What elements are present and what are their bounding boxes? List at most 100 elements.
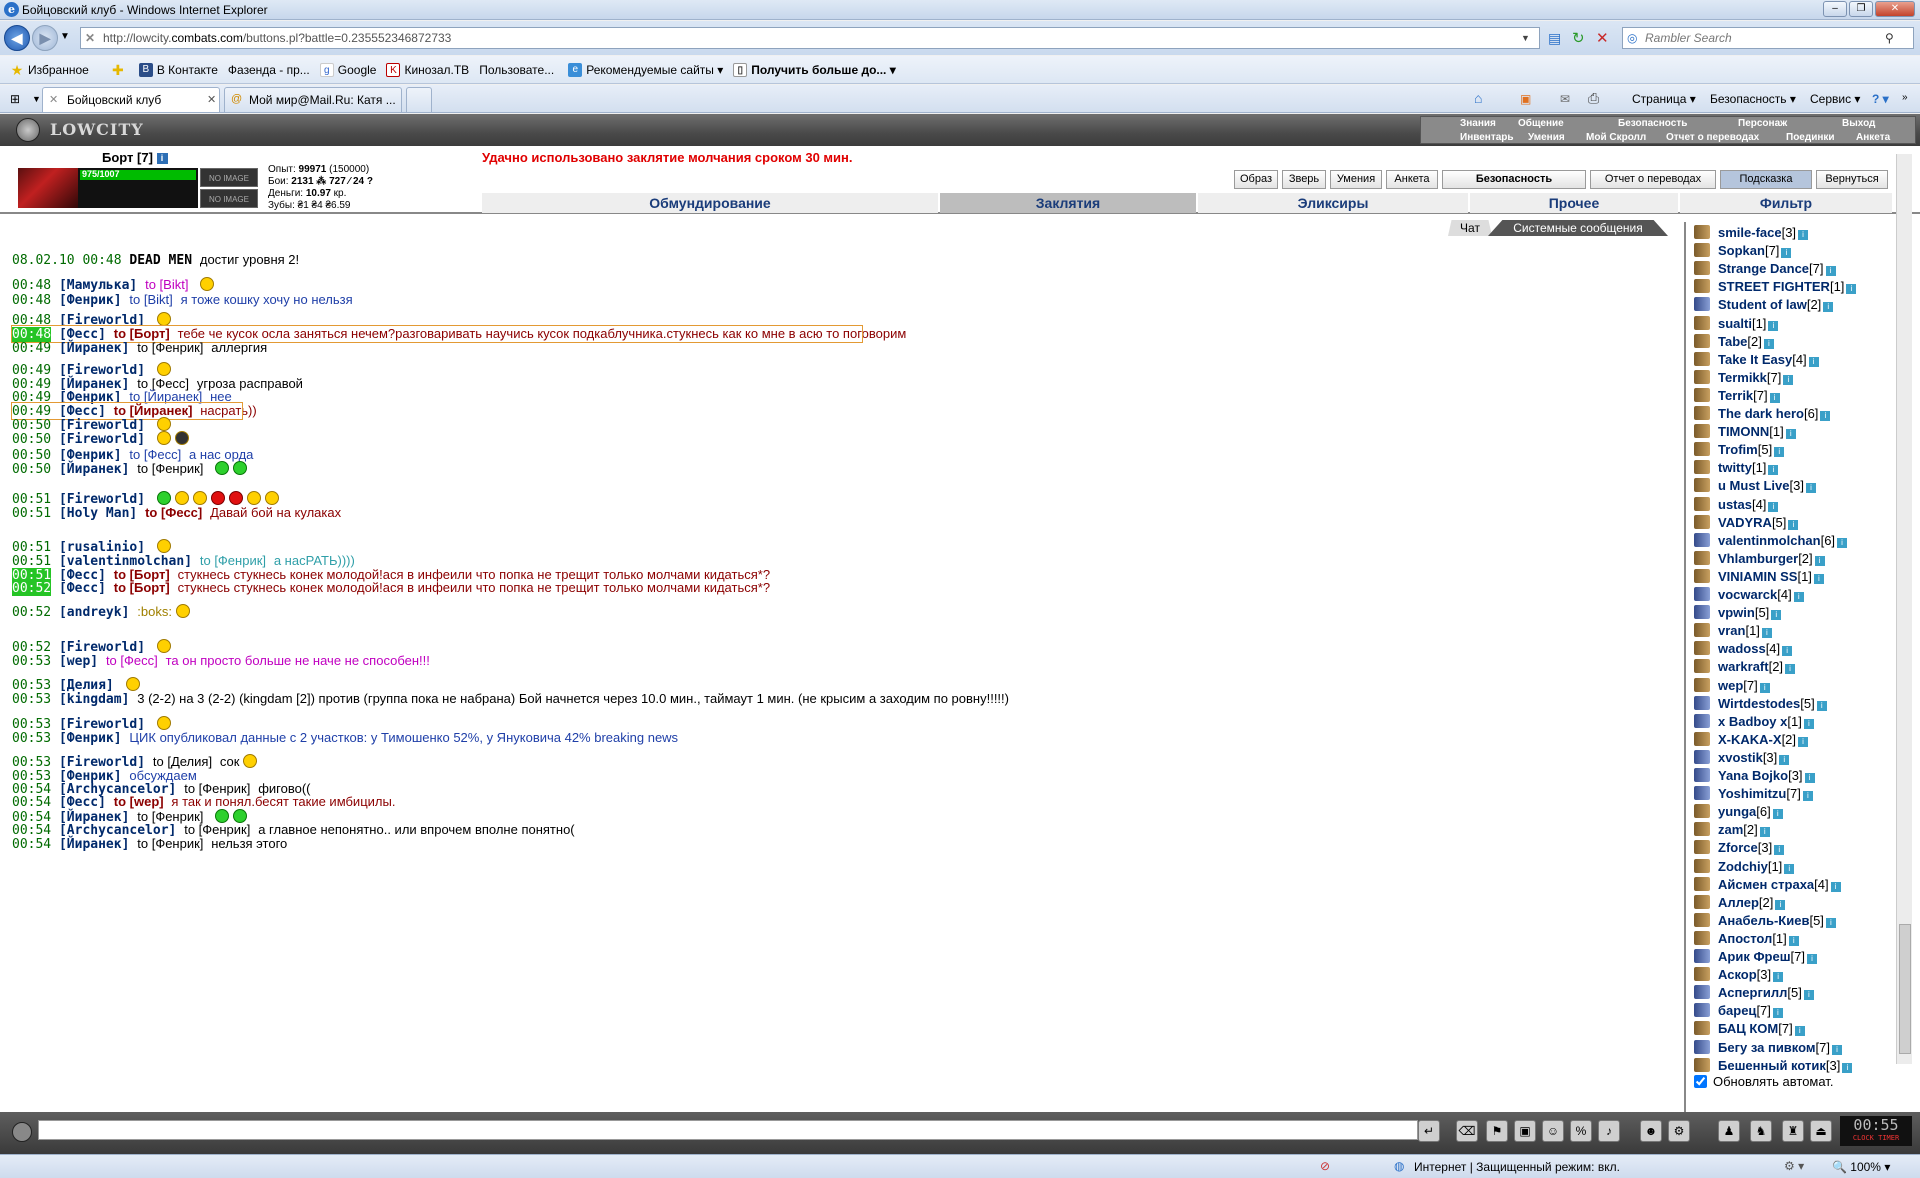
translit-icon[interactable]: % — [1570, 1120, 1592, 1142]
menu-profile[interactable]: Анкета — [1856, 132, 1890, 144]
clan-icon[interactable] — [1694, 894, 1710, 909]
user-info-icon[interactable]: i — [1781, 248, 1792, 259]
user-info-icon[interactable]: i — [1772, 1008, 1783, 1019]
user-list-item[interactable]: sualti[1] i — [1690, 315, 1779, 333]
user-list-item[interactable]: Айсмен страха[4] i — [1690, 876, 1841, 894]
message-nick[interactable]: [Holy Man] — [59, 506, 137, 521]
exit-icon[interactable]: ⏏ — [1810, 1120, 1832, 1142]
button-image[interactable]: Образ — [1234, 170, 1278, 189]
user-name[interactable]: zam — [1718, 822, 1743, 837]
popup-blocked-icon[interactable]: ⊘ — [1320, 1159, 1330, 1173]
user-name[interactable]: twitty — [1718, 460, 1752, 475]
clan-icon[interactable] — [1694, 768, 1710, 782]
message-nick[interactable]: [Fireworld] — [59, 432, 145, 447]
user-list-item[interactable]: wep[7] i — [1690, 677, 1770, 695]
button-transfer-report[interactable]: Отчет о переводах — [1590, 170, 1716, 189]
user-info-icon[interactable]: i — [1784, 863, 1795, 874]
compatibility-view-icon[interactable]: ▤ — [1548, 30, 1561, 47]
user-name[interactable]: Бешенный котик — [1718, 1058, 1826, 1073]
user-list-item[interactable]: vocwarck[4] i — [1690, 586, 1804, 604]
message-recipient[interactable]: to [Борт] — [114, 580, 170, 595]
user-info-icon[interactable]: i — [1846, 284, 1857, 295]
user-list-item[interactable]: Sopkan[7] i — [1690, 242, 1792, 260]
user-info-icon[interactable]: i — [1825, 917, 1836, 928]
user-info-icon[interactable]: i — [1768, 465, 1779, 476]
user-list-item[interactable]: zam[2] i — [1690, 821, 1770, 839]
clan-icon[interactable] — [1694, 351, 1710, 366]
clan-icon[interactable] — [1694, 876, 1710, 891]
help-icon[interactable]: ? ▾ — [1872, 92, 1889, 106]
clan-icon[interactable] — [1694, 985, 1710, 1000]
user-name[interactable]: Zforce — [1718, 840, 1758, 855]
user-list-item[interactable]: барец[7] i — [1690, 1002, 1783, 1020]
new-tab-button[interactable] — [406, 87, 432, 112]
clan-icon[interactable] — [1694, 568, 1710, 583]
save-icon[interactable]: ▣ — [1514, 1120, 1536, 1142]
clan-icon[interactable] — [1694, 749, 1710, 764]
user-info-icon[interactable]: i — [1837, 537, 1848, 548]
user-name[interactable]: smile-face — [1718, 225, 1782, 240]
section-elixirs[interactable]: Эликсиры — [1198, 193, 1468, 213]
clan-icon[interactable] — [1694, 713, 1710, 728]
user-name[interactable]: x Badboy x — [1718, 714, 1787, 729]
user-info-icon[interactable]: i — [1823, 302, 1834, 313]
fav-user[interactable]: Пользовате... — [479, 63, 554, 77]
clan-icon[interactable] — [1694, 804, 1710, 819]
user-info-icon[interactable]: i — [1805, 483, 1816, 494]
user-name[interactable]: Terrik — [1718, 388, 1753, 403]
user-name[interactable]: VADYRA — [1718, 515, 1772, 530]
clan-icon[interactable] — [1694, 641, 1710, 656]
message-time[interactable]: 00:50 — [12, 432, 51, 447]
user-list-item[interactable]: Zforce[3] i — [1690, 839, 1785, 857]
user-info-icon[interactable]: i — [1759, 682, 1770, 693]
user-list-item[interactable]: Tabe[2] i — [1690, 333, 1774, 351]
message-nick[interactable]: [Фенрик] — [59, 293, 122, 308]
person-icon[interactable]: ☺ — [1542, 1120, 1564, 1142]
clan-icon[interactable] — [1694, 659, 1710, 674]
clan-icon[interactable] — [1694, 406, 1710, 420]
player-avatar[interactable] — [18, 168, 78, 208]
user-name[interactable]: Бегу за пивком — [1718, 1040, 1816, 1055]
menu-exit[interactable]: Выход — [1842, 118, 1875, 130]
safety-menu[interactable]: Безопасность ▾ — [1710, 92, 1796, 106]
clan-icon[interactable] — [1694, 514, 1710, 529]
user-info-icon[interactable]: i — [1774, 845, 1785, 856]
clan-icon[interactable] — [1694, 460, 1710, 475]
message-nick[interactable]: [andreyk] — [59, 605, 129, 620]
scrollbar[interactable] — [1896, 154, 1912, 1064]
user-list-item[interactable]: Wirtdestodes[5] i — [1690, 695, 1827, 713]
user-list-item[interactable]: Аскор[3] i — [1690, 966, 1784, 984]
user-info-icon[interactable]: i — [1771, 610, 1782, 621]
message-time[interactable]: 00:54 — [12, 837, 51, 852]
message-nick[interactable]: [Йиранек] — [59, 341, 129, 356]
user-list-item[interactable]: smile-face[3] i — [1690, 224, 1809, 242]
zone-settings-icon[interactable]: ⚙ ▾ — [1784, 1159, 1804, 1173]
user-info-icon[interactable]: i — [1769, 392, 1780, 403]
message-time[interactable]: 00:52 — [12, 605, 51, 620]
user-info-icon[interactable]: i — [1785, 664, 1796, 675]
message-recipient[interactable]: to [Йиранек] — [129, 389, 202, 404]
user-list-item[interactable]: Арик Фреш[7] i — [1690, 948, 1818, 966]
clan-icon[interactable] — [1694, 496, 1710, 511]
user-list-item[interactable]: Termikk[7] i — [1690, 369, 1794, 387]
user-name[interactable]: Айсмен страха — [1718, 877, 1814, 892]
message-recipient[interactable]: to [Фенрик] — [137, 461, 203, 476]
user-list-item[interactable]: Аллер[2] i — [1690, 894, 1786, 912]
clan-icon[interactable] — [1694, 822, 1710, 837]
user-name[interactable]: valentinmolchan — [1718, 533, 1821, 548]
close-tab-icon[interactable]: ✕ — [207, 93, 216, 106]
user-name[interactable]: yunga — [1718, 804, 1756, 819]
clan-icon[interactable] — [1694, 532, 1710, 547]
menu-knowledge[interactable]: Знания — [1460, 118, 1496, 130]
message-nick[interactable]: DEAD MEN — [129, 253, 192, 268]
user-list-item[interactable]: u Must Live[3] i — [1690, 477, 1816, 495]
button-security[interactable]: Безопасность — [1442, 170, 1586, 189]
refresh-icon[interactable]: ↻ — [1572, 29, 1585, 47]
info-icon[interactable]: i — [156, 153, 168, 164]
user-info-icon[interactable]: i — [1772, 809, 1783, 820]
user-info-icon[interactable]: i — [1783, 374, 1794, 385]
user-list-item[interactable]: Бегу за пивком[7] i — [1690, 1039, 1842, 1057]
user-name[interactable]: Tabe — [1718, 334, 1747, 349]
chat-options-icon[interactable]: ⚙ — [1668, 1120, 1690, 1142]
user-info-icon[interactable]: i — [1793, 592, 1804, 602]
